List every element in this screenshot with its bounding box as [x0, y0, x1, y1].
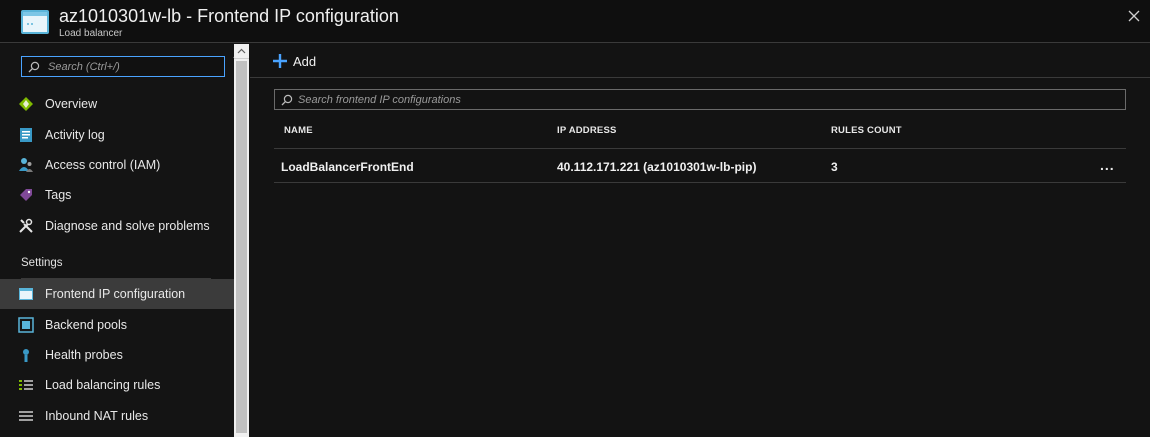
frontend-ip-search-input[interactable] [298, 91, 898, 108]
plus-icon [273, 54, 287, 68]
rules-count-cell: 3 [831, 160, 838, 174]
ip-address-cell: 40.112.171.221 (az1010301w-lb-pip) [557, 160, 757, 174]
sidebar-item-label: Health probes [45, 348, 123, 362]
scroll-thumb[interactable] [236, 61, 247, 433]
sidebar-item-activity-log[interactable]: Activity log [0, 120, 234, 150]
sidebar-item-label: Inbound NAT rules [45, 409, 149, 423]
close-icon[interactable] [1126, 8, 1142, 24]
frontend-ip-search-box[interactable] [274, 89, 1126, 110]
menu-search-box[interactable] [21, 56, 225, 77]
menu-scrollbar[interactable] [234, 44, 249, 437]
sidebar-item-diagnose[interactable]: Diagnose and solve problems [0, 211, 234, 241]
table-divider [274, 182, 1126, 183]
sidebar-item-label: Tags [45, 188, 72, 202]
column-header-name[interactable]: NAME [284, 125, 313, 136]
sidebar-item-label: Backend pools [45, 318, 128, 332]
sidebar-item-nat-rules[interactable]: Inbound NAT rules [0, 401, 234, 431]
column-header-rules-count[interactable]: RULES COUNT [831, 125, 902, 136]
load-balancer-icon [21, 10, 49, 34]
iam-icon [19, 158, 33, 172]
command-bar: Add [250, 44, 1150, 78]
activity-log-icon [20, 128, 32, 142]
frontend-ip-icon [19, 288, 33, 300]
sidebar-item-label: Frontend IP configuration [45, 287, 186, 301]
sidebar-item-label: Access control (IAM) [45, 158, 161, 172]
search-icon [28, 61, 40, 73]
sidebar-item-label: Load balancing rules [45, 378, 161, 392]
scroll-up-button[interactable] [234, 44, 249, 59]
sidebar-item-health-probes[interactable]: Health probes [0, 340, 234, 370]
sidebar-item-backend-pools[interactable]: Backend pools [0, 310, 234, 340]
menu-search-input[interactable] [48, 58, 218, 75]
chevron-up-icon [237, 48, 246, 54]
column-header-ip-address[interactable]: IP ADDRESS [557, 125, 617, 136]
health-probe-icon [23, 349, 29, 362]
settings-section-title: Settings [21, 257, 63, 269]
sidebar-item-tags[interactable]: Tags [0, 180, 234, 210]
sidebar-item-lb-rules[interactable]: Load balancing rules [0, 370, 234, 400]
frontend-name-cell[interactable]: LoadBalancerFrontEnd [281, 160, 414, 174]
add-button-label: Add [293, 54, 317, 69]
sidebar-item-label: Overview [45, 97, 98, 111]
overview-icon [19, 97, 33, 111]
lb-rules-icon [19, 380, 33, 390]
nat-rules-icon [19, 411, 33, 421]
backend-pool-icon [18, 317, 34, 333]
sidebar-item-iam[interactable]: Access control (IAM) [0, 150, 234, 180]
more-options-button[interactable]: ... [1100, 157, 1115, 173]
resource-type: Load balancer [59, 28, 123, 39]
sidebar-item-label: Activity log [45, 128, 105, 142]
resource-menu: « Overview Activity log Access control (… [0, 44, 249, 437]
sidebar-item-label: Diagnose and solve problems [45, 219, 210, 233]
page-title: az1010301w-lb - Frontend IP configuratio… [59, 6, 399, 26]
sidebar-item-frontend-ip[interactable]: Frontend IP configuration [0, 279, 234, 309]
tag-icon [20, 189, 32, 201]
sidebar-item-overview[interactable]: Overview [0, 89, 234, 119]
table-row[interactable]: LoadBalancerFrontEnd 40.112.171.221 (az1… [274, 149, 1126, 182]
wrench-icon [19, 218, 33, 233]
blade-header: az1010301w-lb - Frontend IP configuratio… [0, 0, 1150, 43]
search-icon [281, 94, 293, 106]
